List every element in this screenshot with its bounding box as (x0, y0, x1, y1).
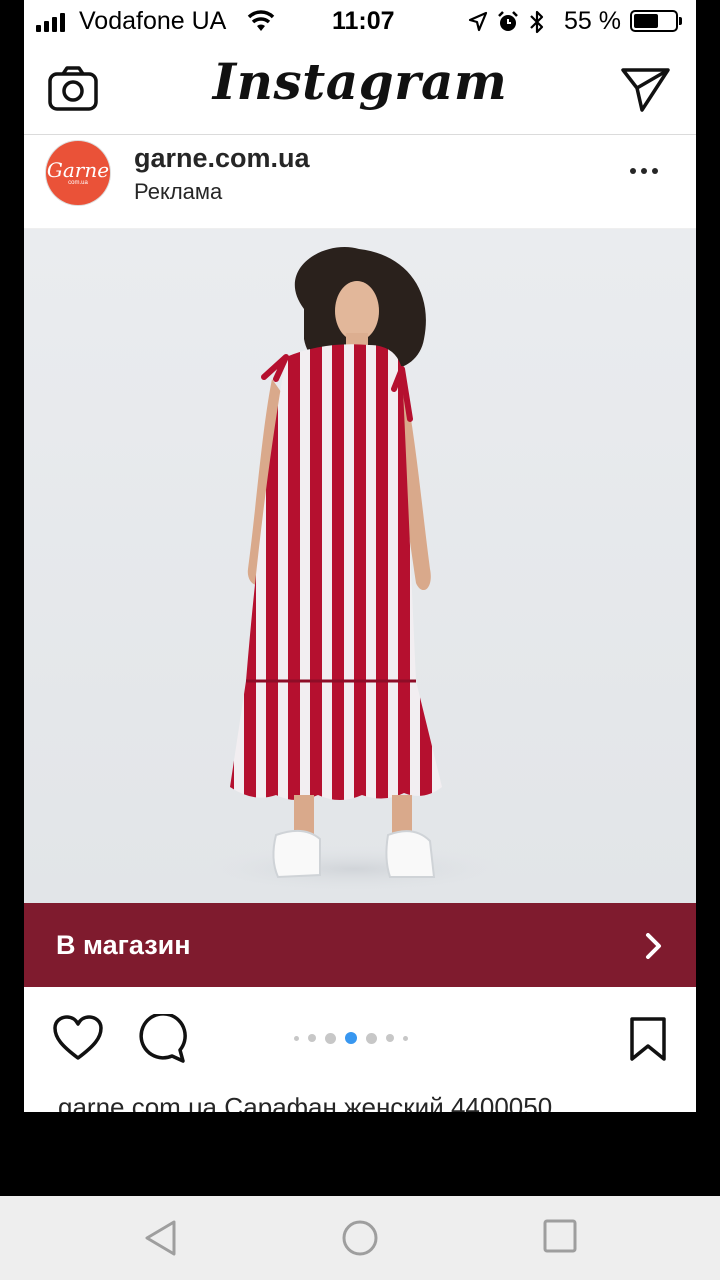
app-header: Instagram (24, 44, 696, 135)
instagram-screen: Vodafone UA 11:07 55 % Instagram Garne c… (24, 0, 696, 1112)
carrier-name: Vodafone UA (79, 7, 227, 35)
carousel-indicator (294, 1032, 408, 1044)
battery-percent: 55 % (564, 7, 621, 35)
back-icon[interactable] (142, 1218, 178, 1258)
carousel-dot (308, 1034, 316, 1042)
system-navigation-bar (0, 1196, 720, 1280)
clock: 11:07 (332, 7, 395, 35)
more-options-icon[interactable] (630, 163, 670, 179)
striped-dress-photo (184, 247, 524, 895)
post-actions (24, 988, 696, 1092)
signal-icon (36, 12, 65, 32)
shop-now-button[interactable]: В магазин (24, 903, 696, 987)
direct-message-icon[interactable] (620, 66, 672, 114)
home-icon[interactable] (340, 1218, 380, 1258)
carousel-dot-active (345, 1032, 357, 1044)
post-username[interactable]: garne.com.ua (134, 143, 310, 174)
alarm-icon (498, 11, 518, 31)
carousel-dot (325, 1032, 336, 1044)
chevron-right-icon (646, 933, 661, 959)
carousel-dot (366, 1032, 377, 1044)
comment-icon[interactable] (136, 1014, 188, 1064)
post-image[interactable] (24, 229, 696, 903)
bluetooth-icon (530, 10, 544, 34)
status-bar: Vodafone UA 11:07 55 % (24, 0, 696, 44)
post-header: Garne com.ua garne.com.ua Реклама (24, 135, 696, 229)
carousel-dot (403, 1035, 408, 1041)
shop-now-label: В магазин (56, 930, 191, 960)
location-icon (468, 11, 488, 32)
recents-icon[interactable] (542, 1218, 578, 1254)
heart-icon[interactable] (52, 1014, 104, 1062)
wifi-icon (247, 10, 275, 31)
avatar-brand: Garne (46, 158, 110, 182)
battery-icon (630, 10, 682, 32)
avatar[interactable]: Garne com.ua (46, 141, 110, 205)
avatar-sub: com.ua (68, 180, 88, 186)
post-caption: garne.com.ua Сарафан женский 4400050 (58, 1086, 678, 1112)
caption-text: garne.com.ua Сарафан женский 4400050 (58, 1092, 553, 1112)
sponsored-label: Реклама (134, 179, 223, 204)
bookmark-icon[interactable] (628, 1016, 668, 1062)
carousel-dot (294, 1035, 299, 1041)
carousel-dot (386, 1034, 394, 1042)
instagram-logo: Instagram (212, 52, 508, 111)
